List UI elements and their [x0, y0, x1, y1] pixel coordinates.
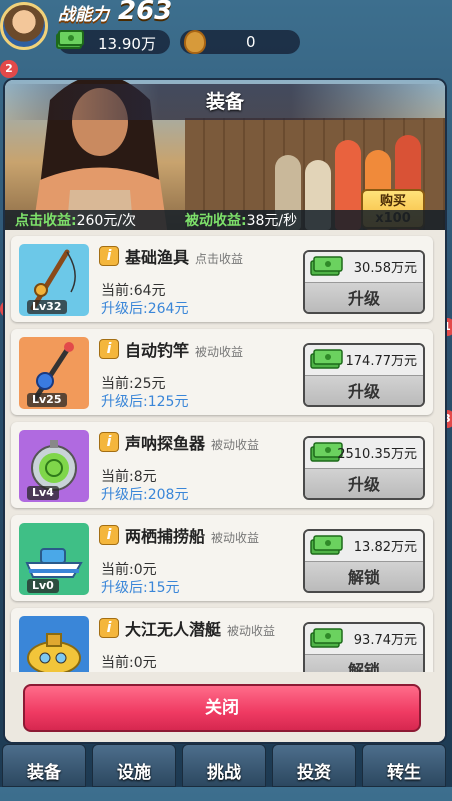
level-badge: Lv4 — [27, 486, 59, 500]
upgrade-button[interactable]: 2510.35万元 升级 — [303, 436, 425, 500]
current-value: 当前:8元 — [101, 469, 157, 485]
nav-equipment[interactable]: 装备 — [2, 744, 86, 787]
cash-stack-icon — [310, 628, 343, 648]
close-button[interactable]: 关闭 — [23, 684, 421, 732]
item-title: 两栖捕捞船 被动收益 — [125, 523, 259, 547]
submarine-thumbnail[interactable] — [19, 616, 89, 672]
upgraded-value: 升级后:125元 — [101, 394, 189, 410]
upgrade-button[interactable]: 30.58万元 升级 — [303, 250, 425, 314]
money-value: 13.90万 — [98, 35, 156, 53]
equipment-card: i 大江无人潜艇 被动收益 当前:0元 93.74万元 解锁 — [11, 608, 433, 672]
equipment-list[interactable]: Lv32 i 基础渔具 点击收益 当前:64元 升级后:264元 30.58万元 … — [5, 232, 445, 672]
equipment-card: Lv32 i 基础渔具 点击收益 当前:64元 升级后:264元 30.58万元 … — [11, 236, 433, 322]
current-value: 当前:0元 — [101, 562, 157, 578]
click-income-value: 260元/次 — [76, 213, 137, 229]
current-value: 当前:25元 — [101, 376, 166, 392]
passive-income-value: 38元/秒 — [246, 213, 298, 229]
cash-stack-icon — [310, 256, 343, 276]
top-hud: 战能力 263 13.90万 0 — [0, 0, 452, 64]
item-type: 点击收益 — [195, 252, 244, 266]
cost-row: 93.74万元 — [305, 624, 423, 655]
info-icon[interactable]: i — [99, 432, 119, 452]
item-name: 两栖捕捞船 — [125, 527, 206, 546]
unlock-button[interactable]: 93.74万元 解锁 — [303, 622, 425, 672]
item-title: 声呐探鱼器 被动收益 — [125, 430, 259, 454]
bean-counter: 0 — [180, 30, 300, 54]
fishing-gear-thumbnail[interactable]: Lv32 — [19, 244, 89, 316]
boat-thumbnail[interactable]: Lv0 — [19, 523, 89, 595]
power-label: 战能力 — [58, 5, 109, 25]
cost-row: 2510.35万元 — [305, 438, 423, 469]
sonar-thumbnail[interactable]: Lv4 — [19, 430, 89, 502]
action-label: 升级 — [305, 376, 423, 405]
unlock-button[interactable]: 13.82万元 解锁 — [303, 529, 425, 593]
level-badge: Lv25 — [27, 393, 67, 407]
item-title: 基础渔具 点击收益 — [125, 244, 243, 268]
info-icon[interactable]: i — [99, 618, 119, 638]
nav-rebirth[interactable]: 转生 — [362, 744, 446, 787]
cash-stack-icon — [56, 30, 84, 49]
side-badge: 2 — [0, 60, 18, 78]
item-name: 声呐探鱼器 — [125, 434, 206, 453]
item-type: 被动收益 — [195, 345, 244, 359]
equipment-card: Lv25 i 自动钓竿 被动收益 当前:25元 升级后:125元 174.77万元… — [11, 329, 433, 415]
current-value: 当前:64元 — [101, 283, 166, 299]
upgraded-value: 升级后:264元 — [101, 301, 189, 317]
level-badge: Lv32 — [27, 300, 67, 314]
action-label: 解锁 — [305, 562, 423, 591]
action-label: 解锁 — [305, 655, 423, 672]
cash-stack-icon — [310, 349, 343, 369]
cost-value: 13.82万元 — [353, 540, 417, 555]
item-name: 基础渔具 — [125, 248, 190, 267]
upgraded-value: 升级后:15元 — [101, 580, 180, 596]
item-name: 自动钓竿 — [125, 341, 190, 360]
action-label: 升级 — [305, 283, 423, 312]
bean-value: 0 — [246, 33, 256, 51]
nav-facilities[interactable]: 设施 — [92, 744, 176, 787]
info-icon[interactable]: i — [99, 246, 119, 266]
money-counter: 13.90万 — [56, 30, 170, 54]
nav-challenge[interactable]: 挑战 — [182, 744, 266, 787]
action-label: 升级 — [305, 469, 423, 498]
item-title: 大江无人潜艇 被动收益 — [125, 616, 275, 640]
avatar[interactable] — [0, 2, 48, 50]
passive-income: 被动收益:38元/秒 — [185, 210, 297, 230]
cost-value: 174.77万元 — [345, 354, 418, 369]
item-type: 被动收益 — [211, 438, 260, 452]
cash-stack-icon — [310, 535, 343, 555]
info-icon[interactable]: i — [99, 339, 119, 359]
income-summary: 点击收益:260元/次 被动收益:38元/秒 — [5, 210, 445, 230]
click-income-label: 点击收益: — [15, 213, 77, 229]
shop-banner: 装备 购买 x100 点击收益:260元/次 被动收益:38元/秒 — [5, 80, 445, 230]
item-title: 自动钓竿 被动收益 — [125, 337, 243, 361]
equipment-card: Lv0 i 两栖捕捞船 被动收益 当前:0元 升级后:15元 13.82万元 解锁 — [11, 515, 433, 601]
cost-value: 30.58万元 — [353, 261, 417, 276]
item-type: 被动收益 — [211, 531, 260, 545]
cost-row: 30.58万元 — [305, 252, 423, 283]
buy-label: 购买 — [379, 194, 406, 209]
nav-investment[interactable]: 投资 — [272, 744, 356, 787]
cost-value: 93.74万元 — [353, 633, 417, 648]
close-area: 关闭 — [5, 672, 445, 742]
info-icon[interactable]: i — [99, 525, 119, 545]
passive-income-label: 被动收益: — [185, 213, 247, 229]
cost-row: 174.77万元 — [305, 345, 423, 376]
current-value: 当前:0元 — [101, 655, 157, 671]
upgrade-button[interactable]: 174.77万元 升级 — [303, 343, 425, 407]
item-name: 大江无人潜艇 — [125, 620, 222, 639]
cost-value: 2510.35万元 — [337, 447, 417, 462]
equipment-card: Lv4 i 声呐探鱼器 被动收益 当前:8元 升级后:208元 2510.35万元… — [11, 422, 433, 508]
auto-rod-thumbnail[interactable]: Lv25 — [19, 337, 89, 409]
power-value: 263 — [118, 0, 173, 26]
equipment-panel: 装备 购买 x100 点击收益:260元/次 被动收益:38元/秒 Lv32 — [5, 80, 445, 742]
level-badge: Lv0 — [27, 579, 59, 593]
item-type: 被动收益 — [227, 624, 276, 638]
upgraded-value: 升级后:208元 — [101, 487, 189, 503]
cost-row: 13.82万元 — [305, 531, 423, 562]
bean-icon — [184, 30, 206, 54]
submarine-icon — [27, 633, 81, 672]
bottom-nav: 装备 设施 挑战 投资 转生 — [0, 744, 452, 787]
panel-title: 装备 — [5, 84, 445, 120]
click-income: 点击收益:260元/次 — [15, 210, 136, 230]
